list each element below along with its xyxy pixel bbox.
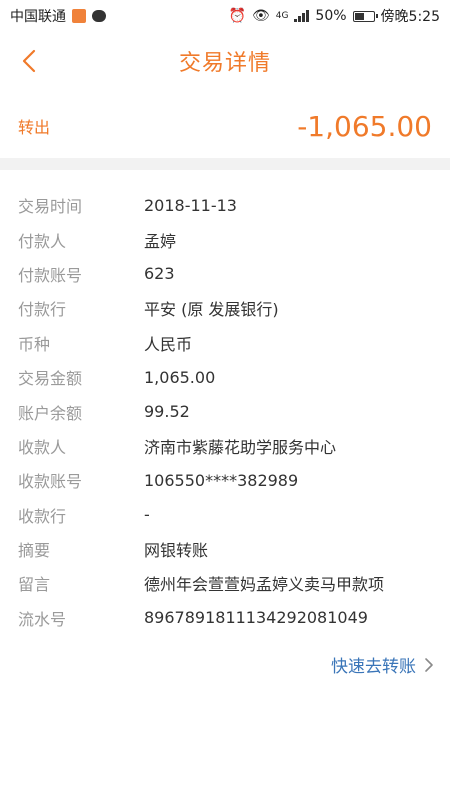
- detail-label: 交易时间: [18, 197, 83, 217]
- detail-label: 付款人: [18, 231, 67, 251]
- detail-label: 摘要: [18, 541, 51, 561]
- section-divider: [0, 158, 450, 170]
- battery-icon: [352, 10, 378, 22]
- detail-value: 平安 (原 发展银行): [144, 300, 279, 320]
- transaction-amount: -1,065.00: [297, 109, 432, 143]
- detail-label: 收款人: [18, 437, 67, 457]
- chevron-left-icon: [22, 49, 36, 73]
- detail-value: 1,065.00: [144, 367, 216, 387]
- detail-value: 106550****382989: [144, 470, 299, 490]
- detail-label: 账户余额: [18, 403, 83, 423]
- detail-row-payee: 收款人 济南市紫藤花助学服务中心: [0, 429, 450, 463]
- header: 交易详情: [0, 32, 450, 90]
- back-button[interactable]: [14, 46, 44, 76]
- detail-value: -: [144, 505, 150, 525]
- message-notification-icon: [92, 10, 106, 22]
- signal-icon: [294, 10, 310, 22]
- detail-label: 币种: [18, 334, 51, 354]
- detail-label: 付款行: [18, 300, 67, 320]
- detail-row-serial: 流水号 896789181113429208104​9: [0, 601, 450, 635]
- app-notification-icon: [72, 9, 86, 23]
- transaction-type: 转出: [18, 118, 51, 137]
- page-title: 交易详情: [178, 51, 271, 76]
- status-left: 中国联通: [10, 6, 106, 26]
- eye-comfort-icon: 👁: [251, 8, 270, 24]
- detail-value: 99.52: [144, 402, 190, 422]
- detail-row-payee-account: 收款账号 106550****382989: [0, 463, 450, 497]
- detail-value: 德州年会萱萱妈孟婷义卖马甲款项: [144, 575, 385, 595]
- status-right: ⏰ 👁 4G 50% 傍晚5:25: [229, 6, 441, 26]
- battery-percent: 50%: [315, 8, 347, 24]
- detail-row-currency: 币种 人民币: [0, 326, 450, 360]
- alarm-icon: ⏰: [228, 8, 246, 24]
- transaction-summary: 转出 -1,065.00: [0, 98, 450, 154]
- detail-row-payer-bank: 付款行 平安 (原 发展银行): [0, 291, 450, 325]
- detail-label: 流水号: [18, 609, 67, 629]
- detail-value: 人民币: [144, 334, 193, 354]
- detail-row-payer-account: 付款账号 623: [0, 257, 450, 291]
- quick-transfer-link[interactable]: 快速去转账: [331, 652, 434, 677]
- detail-row-payer: 付款人 孟婷: [0, 222, 450, 256]
- detail-value: 2018-11-13: [144, 195, 237, 215]
- detail-value: 孟婷: [144, 231, 177, 251]
- detail-row-balance: 账户余额 99.52: [0, 394, 450, 428]
- detail-value: 896789181113429208104​9: [144, 608, 368, 628]
- chevron-right-icon: [425, 657, 433, 672]
- detail-row-payee-bank: 收款行 -: [0, 498, 450, 532]
- quick-transfer-label: 快速去转账: [331, 657, 416, 677]
- detail-label: 交易金额: [18, 369, 83, 389]
- detail-label: 留言: [18, 575, 51, 595]
- detail-value: 济南市紫藤花助学服务中心: [144, 437, 337, 457]
- detail-label: 收款行: [18, 506, 67, 526]
- status-bar: 中国联通 ⏰ 👁 4G 50% 傍晚5:25: [0, 0, 450, 32]
- detail-value: 623: [144, 264, 175, 284]
- detail-row-amount: 交易金额 1,065.00: [0, 360, 450, 394]
- carrier-name: 中国联通: [10, 9, 66, 25]
- clock: 傍晚5:25: [380, 9, 440, 25]
- details-list: 交易时间 2018-11-13 付款人 孟婷 付款账号 623 付款行 平安 (…: [0, 188, 450, 635]
- detail-label: 收款账号: [18, 472, 83, 492]
- detail-row-message: 留言 德州年会萱萱妈孟婷义卖马甲款项: [0, 566, 450, 600]
- detail-row-summary: 摘要 网银转账: [0, 532, 450, 566]
- network-type: 4G: [275, 11, 289, 21]
- detail-row-time: 交易时间 2018-11-13: [0, 188, 450, 222]
- detail-label: 付款账号: [18, 265, 83, 285]
- detail-value: 网银转账: [144, 541, 209, 561]
